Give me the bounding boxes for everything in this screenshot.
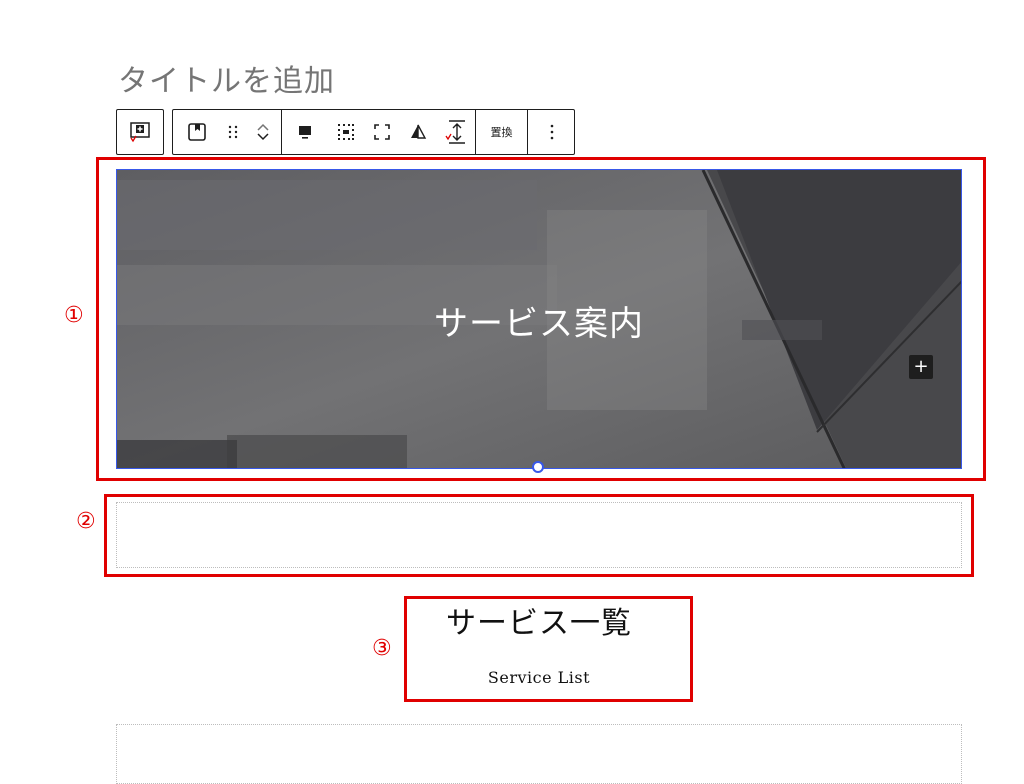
section-heading-title[interactable]: サービス一覧 bbox=[412, 598, 666, 642]
drag-handle-icon bbox=[228, 125, 238, 139]
min-height-icon bbox=[444, 120, 465, 144]
drag-handle-button[interactable] bbox=[221, 110, 245, 154]
more-options-icon bbox=[550, 124, 554, 140]
content-position-icon bbox=[338, 124, 354, 140]
duotone-icon bbox=[411, 124, 427, 139]
annotation-label-3: ③ bbox=[372, 636, 392, 661]
toolbar-section-replace: 置換 bbox=[476, 110, 528, 154]
select-parent-button[interactable] bbox=[117, 110, 163, 154]
move-up-icon[interactable] bbox=[256, 122, 270, 132]
post-title-input[interactable]: タイトルを追加 bbox=[118, 60, 618, 104]
replace-button[interactable]: 置換 bbox=[476, 110, 527, 154]
group-block-placeholder[interactable] bbox=[116, 724, 962, 784]
annotation-label-2: ② bbox=[76, 509, 96, 534]
min-height-button[interactable] bbox=[436, 110, 475, 154]
toolbar-section-block bbox=[173, 110, 282, 154]
align-bottom-icon bbox=[299, 126, 311, 139]
cover-title[interactable]: サービス案内 bbox=[117, 296, 961, 345]
annotation-label-1: ① bbox=[64, 303, 84, 328]
content-position-button[interactable] bbox=[328, 110, 364, 154]
section-heading-subtitle[interactable]: Service List bbox=[412, 668, 666, 687]
cover-block[interactable]: サービス案内 bbox=[116, 169, 962, 469]
add-block-button[interactable]: + bbox=[909, 355, 933, 379]
cover-resize-handle[interactable] bbox=[532, 461, 544, 473]
toolbar-section-layout bbox=[282, 110, 476, 154]
add-block-icon bbox=[130, 122, 150, 143]
block-toolbar: 置換 bbox=[172, 109, 575, 155]
move-down-icon[interactable] bbox=[256, 132, 270, 142]
cover-block-icon bbox=[188, 123, 206, 141]
toolbar-section-more bbox=[528, 110, 576, 154]
full-height-button[interactable] bbox=[364, 110, 400, 154]
mover-buttons[interactable] bbox=[245, 110, 281, 154]
block-type-button[interactable] bbox=[173, 110, 221, 154]
duotone-button[interactable] bbox=[400, 110, 436, 154]
full-height-icon bbox=[374, 124, 390, 140]
replace-label: 置換 bbox=[490, 126, 513, 139]
more-options-button[interactable] bbox=[528, 110, 576, 154]
spacer-block[interactable] bbox=[116, 502, 962, 568]
align-button[interactable] bbox=[282, 110, 328, 154]
block-toolbar-parent bbox=[116, 109, 164, 155]
